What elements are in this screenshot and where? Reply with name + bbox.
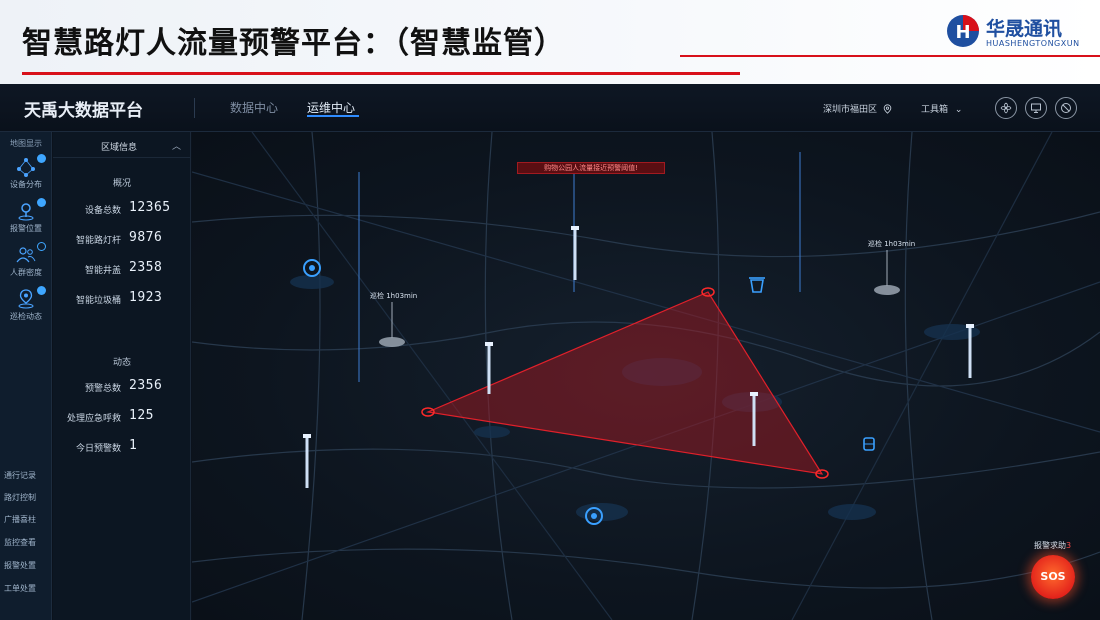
sos-help-label: 报警求助3 [1034, 540, 1071, 551]
tab-data-center[interactable]: 数据中心 [230, 99, 278, 116]
stat-row: 设备总数 12365 [53, 200, 191, 216]
company-logo-mark-icon: H [947, 15, 979, 47]
patrol-marker[interactable]: 巡检 1h03min [370, 291, 417, 347]
stat-value: 125 [129, 408, 154, 423]
fan-icon [1000, 102, 1012, 114]
stat-row: 处理应急呼救 125 [53, 408, 191, 424]
region-info-title: 区域信息 [101, 143, 138, 153]
stat-row: 智能路灯杆 9876 [53, 230, 191, 246]
nav-crowd-label: 人群密度 [10, 268, 42, 277]
smart-light-pole[interactable] [571, 226, 579, 280]
block-button[interactable] [1055, 97, 1077, 119]
sos-count: 3 [1066, 541, 1072, 550]
patrol-checked-icon [37, 286, 46, 295]
company-logo: H 华晟通讯 HUASHENGTONGXUN [946, 14, 1096, 54]
link-monitor-view[interactable]: 监控查看 [4, 537, 36, 548]
nav-device-label: 设备分布 [10, 180, 42, 189]
stat-value: 2358 [129, 260, 163, 275]
device-checked-icon [37, 154, 46, 163]
top-bar: 天禹大数据平台 数据中心 运维中心 深圳市福田区 工具箱 ⌄ [0, 84, 1100, 132]
nav-patrol-label: 巡检动态 [10, 312, 42, 321]
nodes-icon [17, 158, 35, 177]
title-underline [22, 72, 740, 75]
svg-text:H: H [955, 22, 970, 43]
logo-english-name: HUASHENGTONGXUN [986, 39, 1080, 48]
svg-text:巡检 1h03min: 巡检 1h03min [868, 239, 915, 248]
slide-title: 智慧路灯人流量预警平台：（智慧监管） [22, 26, 565, 61]
left-nav: 地图显示 设备分布 报警位置 人群密度 巡检动态 通行记录 路灯控制 广播喜柱 … [0, 132, 52, 620]
link-work-order[interactable]: 工单处置 [4, 583, 36, 594]
block-icon [1061, 103, 1071, 113]
crowd-unchecked-icon [37, 242, 46, 251]
nav-crowd-density[interactable]: 人群密度 [0, 242, 52, 278]
link-access-records[interactable]: 通行记录 [4, 470, 36, 481]
link-streetlight-control[interactable]: 路灯控制 [4, 492, 36, 503]
link-broadcast[interactable]: 广播喜柱 [4, 514, 36, 525]
location-label: 深圳市福田区 [823, 105, 878, 115]
crowd-icon [16, 247, 36, 263]
location-icon [18, 289, 34, 309]
nav-divider [194, 98, 195, 118]
stat-value: 1923 [129, 290, 163, 305]
overview-title: 概况 [112, 179, 131, 189]
logo-chinese-name: 华晟通讯 [986, 18, 1063, 40]
stat-value: 12365 [129, 200, 171, 215]
patrol-marker[interactable]: 巡检 1h03min [868, 239, 915, 295]
manhole-marker-icon[interactable] [863, 437, 875, 451]
stat-label: 智能井盖 [84, 266, 121, 276]
svg-text:巡检 1h03min: 巡检 1h03min [370, 291, 417, 300]
stat-value: 1 [129, 438, 138, 453]
stat-row: 智能井盖 2358 [53, 260, 191, 276]
nav-alarm-location[interactable]: 报警位置 [0, 198, 52, 234]
link-alarm-handling[interactable]: 报警处置 [4, 560, 36, 571]
fan-button[interactable] [995, 97, 1017, 119]
tab-ops-center[interactable]: 运维中心 [307, 99, 355, 116]
toolbox-label: 工具箱 [921, 105, 949, 115]
stat-row: 智能垃圾桶 1923 [53, 290, 191, 306]
stat-value: 9876 [129, 230, 163, 245]
stat-label: 智能垃圾桶 [75, 296, 121, 306]
nav-patrol-dynamic[interactable]: 巡检动态 [0, 286, 52, 322]
region-info-header[interactable]: 区域信息 ︿ [53, 132, 191, 158]
region-info-panel: 区域信息 ︿ 概况 设备总数 12365 智能路灯杆 9876 智能井盖 235… [53, 132, 191, 620]
nav-device-distribution[interactable]: 设备分布 [0, 154, 52, 190]
app-title: 天禹大数据平台 [24, 101, 143, 121]
stat-row: 今日预警数 1 [53, 438, 191, 454]
map-pin-icon [883, 104, 892, 114]
alarm-checked-icon [37, 198, 46, 207]
nav-alarm-label: 报警位置 [10, 224, 42, 233]
location-selector[interactable]: 深圳市福田区 [823, 102, 892, 115]
platform-app: 天禹大数据平台 数据中心 运维中心 深圳市福田区 工具箱 ⌄ 地图显示 设备分布… [0, 84, 1100, 620]
chevron-up-icon[interactable]: ︿ [172, 139, 181, 152]
active-tab-indicator [307, 115, 359, 117]
crowd-alert-banner[interactable]: 购物公园人流量接近预警阈值! [517, 162, 665, 174]
stat-label: 处理应急呼救 [66, 414, 121, 424]
stat-label: 今日预警数 [75, 444, 121, 454]
stat-label: 设备总数 [84, 206, 121, 216]
map-canvas[interactable]: 巡检 1h03min 巡检 1h03min [192, 132, 1100, 620]
map-display-header: 地图显示 [10, 139, 42, 148]
camera-marker-icon[interactable] [303, 259, 321, 277]
monitor-icon [1031, 103, 1041, 113]
city-map[interactable]: 巡检 1h03min 巡检 1h03min 购物公园人流量接近预警阈值! 报警求… [192, 132, 1100, 620]
stat-label: 预警总数 [84, 384, 121, 394]
slide-header: 智慧路灯人流量预警平台：（智慧监管） H 华晟通讯 HUASHENGTONGXU… [0, 0, 1100, 84]
monitor-button[interactable] [1025, 97, 1047, 119]
stat-value: 2356 [129, 378, 163, 393]
header-rule [680, 55, 1100, 57]
dynamic-title: 动态 [112, 358, 131, 368]
sos-label-text: 报警求助 [1034, 541, 1066, 550]
stat-label: 智能路灯杆 [75, 236, 121, 246]
stat-row: 预警总数 2356 [53, 378, 191, 394]
chevron-down-icon: ⌄ [954, 105, 963, 115]
sos-button[interactable]: SOS [1031, 555, 1075, 599]
pin-icon [18, 203, 34, 221]
smart-light-pole[interactable] [303, 434, 311, 488]
trash-bin-marker-icon[interactable] [749, 277, 765, 293]
toolbox-menu[interactable]: 工具箱 ⌄ [921, 102, 962, 115]
